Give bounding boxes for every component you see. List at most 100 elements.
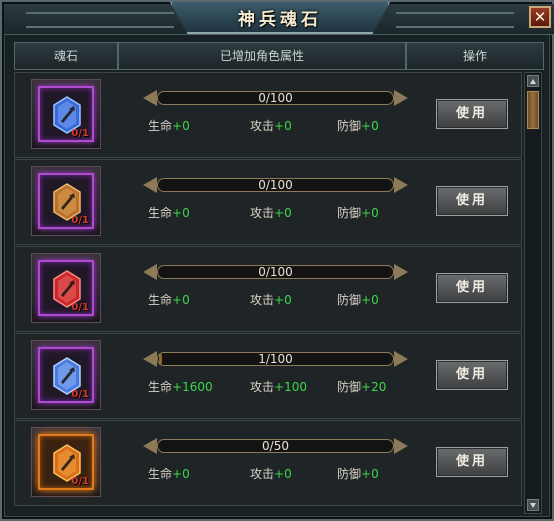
close-icon: ✕ [533,8,547,26]
soul-stone-frame: 0/1 [38,347,94,403]
soul-stone-slot[interactable]: 0/1 [31,427,101,497]
stat-hp-value: +1600 [172,380,213,394]
use-button[interactable]: 使用 [436,273,508,303]
stone-count: 0/1 [71,389,89,400]
progress-bar: 1/100 [143,349,408,369]
soul-stone-row: 0/1 0/100 生命+0 攻击+0 防御+0 使用 [14,72,522,158]
progress-bar: 0/50 [143,436,408,456]
stat-attack: 攻击+0 [250,117,292,134]
stat-hp-value: +0 [172,467,190,481]
soul-stone-frame: 0/1 [38,173,94,229]
use-button[interactable]: 使用 [436,186,508,216]
soul-stone-slot[interactable]: 0/1 [31,79,101,149]
stat-hp-label: 生命 [148,293,173,307]
scroll-up-button[interactable] [527,75,539,87]
stat-attack-label: 攻击 [250,293,275,307]
use-button[interactable]: 使用 [436,360,508,390]
title-decoration-right [396,12,514,28]
progress-bar: 0/100 [143,88,408,108]
stat-attack-value: +100 [274,380,307,394]
stat-defense-value: +0 [361,206,379,220]
stat-attack-label: 攻击 [250,206,275,220]
stat-defense-value: +20 [361,380,387,394]
stat-defense: 防御+0 [337,291,379,308]
soul-stone-slot[interactable]: 0/1 [31,166,101,236]
stat-defense-label: 防御 [337,119,362,133]
stat-hp-value: +0 [172,293,190,307]
progress-cap-right [394,351,408,367]
progress-cap-right [394,177,408,193]
arrow-up-icon [530,79,536,84]
stat-hp: 生命+0 [148,291,190,308]
progress-cap-left [143,438,157,454]
stat-hp: 生命+0 [148,465,190,482]
stat-attack-value: +0 [274,293,292,307]
progress-cap-left [143,264,157,280]
stone-count: 0/1 [71,476,89,487]
soul-stone-row: 0/1 0/50 生命+0 攻击+0 防御+0 使用 [14,420,522,506]
progress-text: 0/50 [262,439,289,453]
stat-attack: 攻击+0 [250,291,292,308]
stat-defense-label: 防御 [337,467,362,481]
stat-hp: 生命+0 [148,204,190,221]
progress-cap-right [394,90,408,106]
stat-attack-value: +0 [274,119,292,133]
progress-cap-left [143,90,157,106]
stat-defense-label: 防御 [337,206,362,220]
stat-attack: 攻击+0 [250,204,292,221]
header-action: 操作 [406,42,544,70]
stat-hp-value: +0 [172,119,190,133]
use-button[interactable]: 使用 [436,99,508,129]
stat-attack-label: 攻击 [250,467,275,481]
progress-cap-left [143,177,157,193]
stat-hp-label: 生命 [148,380,173,394]
stat-hp-value: +0 [172,206,190,220]
stat-defense-value: +0 [361,467,379,481]
stat-attack-label: 攻击 [250,380,275,394]
soul-stone-frame: 0/1 [38,434,94,490]
progress-text: 1/100 [258,352,293,366]
soul-stone-row: 0/1 0/100 生命+0 攻击+0 防御+0 使用 [14,159,522,245]
stat-attack-value: +0 [274,467,292,481]
soul-stone-frame: 0/1 [38,86,94,142]
stat-defense-value: +0 [361,293,379,307]
stat-hp-label: 生命 [148,206,173,220]
scroll-down-button[interactable] [527,499,539,511]
stat-hp: 生命+0 [148,117,190,134]
progress-text: 0/100 [258,178,293,192]
soul-stone-slot[interactable]: 0/1 [31,340,101,410]
soul-stone-slot[interactable]: 0/1 [31,253,101,323]
progress-bar: 0/100 [143,262,408,282]
progress-text: 0/100 [258,91,293,105]
progress-cap-right [394,438,408,454]
stone-count: 0/1 [71,215,89,226]
stat-defense-label: 防御 [337,380,362,394]
use-button[interactable]: 使用 [436,447,508,477]
scroll-thumb[interactable] [527,91,539,129]
progress-cap-left [143,351,157,367]
soul-stone-frame: 0/1 [38,260,94,316]
stat-hp: 生命+1600 [148,378,213,395]
table-header: 魂石 已增加角色属性 操作 [14,42,544,70]
stat-hp-label: 生命 [148,119,173,133]
stat-attack-value: +0 [274,206,292,220]
header-added-attributes: 已增加角色属性 [118,42,406,70]
progress-cap-right [394,264,408,280]
scrollbar[interactable] [524,72,542,514]
stat-defense: 防御+0 [337,204,379,221]
stat-attack: 攻击+0 [250,465,292,482]
close-button[interactable]: ✕ [529,6,551,28]
header-soul-stone: 魂石 [14,42,118,70]
soul-stone-row: 0/1 1/100 生命+1600 攻击+100 防御+20 使用 [14,333,522,419]
stat-defense-label: 防御 [337,293,362,307]
progress-text: 0/100 [258,265,293,279]
window-title: 神兵魂石 [238,10,322,30]
stat-defense: 防御+0 [337,117,379,134]
title-decoration-left [26,12,174,28]
stat-defense-value: +0 [361,119,379,133]
stone-count: 0/1 [71,302,89,313]
arrow-down-icon [530,503,536,508]
stat-defense: 防御+0 [337,465,379,482]
stat-attack: 攻击+100 [250,378,307,395]
soul-stone-window: 神兵魂石 ✕ 魂石 已增加角色属性 操作 0/1 0/100 生命+0 攻击+0… [0,0,554,521]
